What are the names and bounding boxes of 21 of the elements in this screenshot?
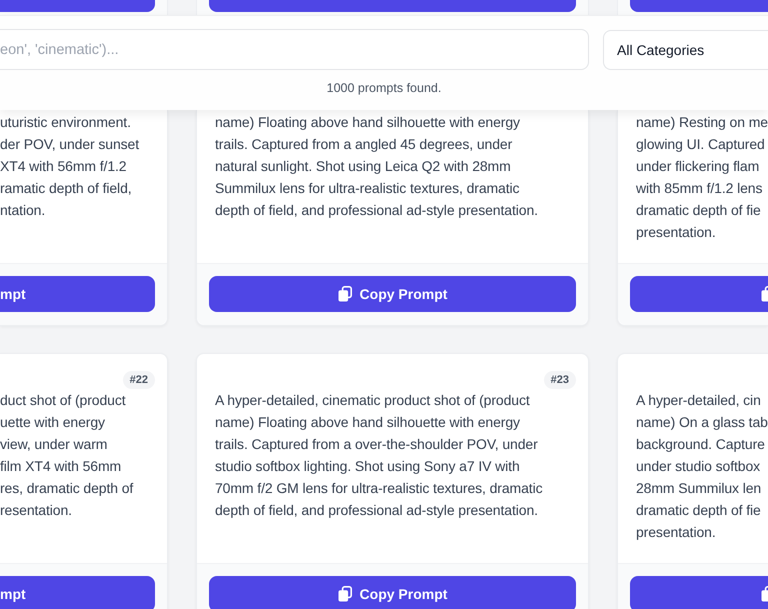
prompt-text: name) Floating above hand silhouette with energy trails. Captured from a angled 45 degrees, under natural sunlight. Shot using Leica Q2 with 28mm Summilux lens for ultra-realistic textures, dramatic depth of field, and professional ad-style presentation. xyxy=(215,113,539,220)
prompt-text: A hyper-detailed, cin name) On a glass tab background. Capture under studio softbox 28mm Summilux len dramatic depth of fie presentation. xyxy=(636,391,768,542)
prompt-text: uturistic environment. der POV, under sunset XT4 with 56mm f/1.2 ramatic depth of field, ntation. xyxy=(0,113,140,220)
copy-prompt-button[interactable] xyxy=(630,576,768,609)
copy-prompt-button[interactable]: Copy Prompt xyxy=(209,276,576,312)
result-count: 1000 prompts found. xyxy=(326,80,442,96)
copy-prompt-button[interactable]: mpt xyxy=(0,576,155,609)
search-field[interactable]: eon', 'cinematic')... xyxy=(0,29,589,70)
prompt-number: #22 xyxy=(122,371,155,389)
category-select[interactable]: All Categories xyxy=(603,30,768,70)
copy-icon xyxy=(761,286,768,302)
copy-prompt-button[interactable]: Copy Prompt xyxy=(209,576,576,609)
prompt-text: A hyper-detailed, cinematic product shot of (product name) Floating above hand silhouette with energy trails. Captured from a over-the-shoulder POV, under studio softbox lighting. Shot using Sony a7 IV with 70mm f/2 GM lens for ultra-realistic textures, dramatic depth of field, and professional ad-style presentation. xyxy=(215,391,544,520)
copy-icon xyxy=(761,586,768,602)
copy-prompt-button[interactable]: mpt xyxy=(0,276,155,312)
prompt-text: duct shot of (product uette with energy view, under warm film XT4 with 56mm res, dramatic depth of resentation. xyxy=(0,391,134,520)
prompt-number: #23 xyxy=(544,371,576,389)
copy-icon xyxy=(338,286,352,302)
copy-prompt-button[interactable] xyxy=(630,276,768,312)
prompt-text: name) Resting on me glowing UI. Captured under flickering flam with 85mm f/1.2 lens dramatic depth of fie presentation. xyxy=(636,113,768,242)
copy-icon xyxy=(338,586,352,602)
